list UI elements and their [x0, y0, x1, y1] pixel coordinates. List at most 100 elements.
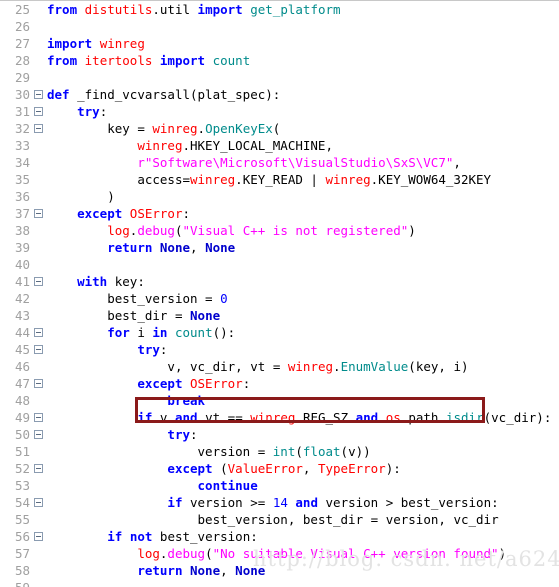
code-line[interactable]: 33 winreg.HKEY_LOCAL_MACHINE,	[0, 137, 559, 154]
fold-collapse-icon[interactable]	[34, 413, 43, 422]
line-number: 54	[14, 495, 30, 510]
code-line[interactable]: 42 best_version = 0	[0, 290, 559, 307]
code-line[interactable]: 52 except (ValueError, TypeError):	[0, 460, 559, 477]
code-line[interactable]: 29	[0, 69, 559, 86]
line-number: 43	[14, 308, 30, 323]
code-line[interactable]: 53 continue	[0, 477, 559, 494]
fold-collapse-icon[interactable]	[34, 379, 43, 388]
code-text: return None, None	[137, 563, 266, 578]
code-text: for i in count():	[107, 325, 236, 340]
code-text: access=winreg.KEY_READ | winreg.KEY_WOW6…	[137, 172, 492, 187]
code-lines-container[interactable]: 25 from distutils.util import get_platfor…	[0, 1, 559, 587]
fold-collapse-icon[interactable]	[34, 345, 43, 354]
code-text: except OSError:	[137, 376, 251, 391]
code-text: except OSError:	[77, 206, 191, 221]
code-line[interactable]: 28 from itertools import count	[0, 52, 559, 69]
code-line[interactable]: 48 break	[0, 392, 559, 409]
code-text: if not best_version:	[107, 529, 258, 544]
line-number: 41	[14, 274, 30, 289]
line-number: 40	[14, 257, 30, 272]
fold-collapse-icon[interactable]	[34, 532, 43, 541]
code-line[interactable]: 43 best_dir = None	[0, 307, 559, 324]
code-line[interactable]: 58 return None, None	[0, 562, 559, 579]
line-number: 28	[14, 53, 30, 68]
line-number: 42	[14, 291, 30, 306]
code-line[interactable]: 31 try:	[0, 103, 559, 120]
code-line[interactable]: 55 best_version, best_dir = version, vc_…	[0, 511, 559, 528]
code-line[interactable]: 36 )	[0, 188, 559, 205]
code-text: import winreg	[47, 36, 145, 51]
line-number: 46	[14, 359, 30, 374]
line-number: 48	[14, 393, 30, 408]
code-line[interactable]: 49 if v and vt == winreg.REG_SZ and os.p…	[0, 409, 559, 426]
code-text: )	[47, 189, 115, 204]
code-line[interactable]: 59	[0, 579, 559, 587]
code-line[interactable]: 30 def _find_vcvarsall(plat_spec):	[0, 86, 559, 103]
fold-collapse-icon[interactable]	[34, 107, 43, 116]
code-line[interactable]: 47 except OSError:	[0, 375, 559, 392]
code-line[interactable]: 35 access=winreg.KEY_READ | winreg.KEY_W…	[0, 171, 559, 188]
code-text: try:	[167, 427, 198, 442]
code-line[interactable]: 40	[0, 256, 559, 273]
code-line[interactable]: 39 return None, None	[0, 239, 559, 256]
code-text: version = int(float(v))	[197, 444, 371, 459]
code-line[interactable]: 57 log.debug("No suitable Visual C++ ver…	[0, 545, 559, 562]
line-number: 45	[14, 342, 30, 357]
line-number: 51	[14, 444, 30, 459]
code-line[interactable]: 25 from distutils.util import get_platfor…	[0, 1, 559, 18]
line-number: 35	[14, 172, 30, 187]
line-number: 34	[14, 155, 30, 170]
code-text: winreg.HKEY_LOCAL_MACHINE,	[137, 138, 333, 153]
code-text: log.debug("No suitable Visual C++ versio…	[137, 546, 507, 561]
line-number: 33	[14, 138, 30, 153]
code-line[interactable]: 27 import winreg	[0, 35, 559, 52]
code-line[interactable]: 34 r"Software\Microsoft\VisualStudio\SxS…	[0, 154, 559, 171]
code-line[interactable]: 44 for i in count():	[0, 324, 559, 341]
code-line[interactable]: 54 if version >= 14 and version > best_v…	[0, 494, 559, 511]
code-line[interactable]: 50 try:	[0, 426, 559, 443]
line-number: 55	[14, 512, 30, 527]
fold-collapse-icon[interactable]	[34, 464, 43, 473]
code-line[interactable]: 45 try:	[0, 341, 559, 358]
code-line[interactable]: 56 if not best_version:	[0, 528, 559, 545]
code-text: r"Software\Microsoft\VisualStudio\SxS\VC…	[137, 155, 461, 170]
fold-collapse-icon[interactable]	[34, 430, 43, 439]
code-line[interactable]: 38 log.debug("Visual C++ is not register…	[0, 222, 559, 239]
code-line[interactable]: 46 v, vc_dir, vt = winreg.EnumValue(key,…	[0, 358, 559, 375]
code-editor-pane[interactable]: 25 from distutils.util import get_platfor…	[0, 0, 559, 587]
code-line[interactable]: 51 version = int(float(v))	[0, 443, 559, 460]
fold-collapse-icon[interactable]	[34, 277, 43, 286]
code-text: return None, None	[107, 240, 236, 255]
line-number: 30	[14, 87, 30, 102]
code-text: def _find_vcvarsall(plat_spec):	[47, 87, 281, 102]
line-number: 39	[14, 240, 30, 255]
code-text: try:	[137, 342, 168, 357]
line-number: 36	[14, 189, 30, 204]
line-number: 37	[14, 206, 30, 221]
line-number: 58	[14, 563, 30, 578]
line-number: 27	[14, 36, 30, 51]
code-text: best_version, best_dir = version, vc_dir	[197, 512, 499, 527]
fold-collapse-icon[interactable]	[34, 498, 43, 507]
code-line[interactable]: 41 with key:	[0, 273, 559, 290]
code-line[interactable]: 26	[0, 18, 559, 35]
code-line[interactable]: 32 key = winreg.OpenKeyEx(	[0, 120, 559, 137]
code-line[interactable]: 37 except OSError:	[0, 205, 559, 222]
code-text: best_version = 0	[107, 291, 228, 306]
code-text: from itertools import count	[47, 53, 251, 68]
code-text: if version >= 14 and version > best_vers…	[167, 495, 499, 510]
code-text: continue	[197, 478, 258, 493]
line-number: 52	[14, 461, 30, 476]
line-number: 44	[14, 325, 30, 340]
line-number: 59	[0, 579, 30, 587]
line-number: 38	[14, 223, 30, 238]
line-number: 53	[14, 478, 30, 493]
code-text: if v and vt == winreg.REG_SZ and os.path…	[137, 410, 552, 425]
fold-collapse-icon[interactable]	[34, 328, 43, 337]
code-text: log.debug("Visual C++ is not registered"…	[107, 223, 416, 238]
line-number: 50	[14, 427, 30, 442]
fold-collapse-icon[interactable]	[34, 209, 43, 218]
fold-collapse-icon[interactable]	[34, 90, 43, 99]
code-text: v, vc_dir, vt = winreg.EnumValue(key, i)	[167, 359, 469, 374]
fold-collapse-icon[interactable]	[34, 124, 43, 133]
